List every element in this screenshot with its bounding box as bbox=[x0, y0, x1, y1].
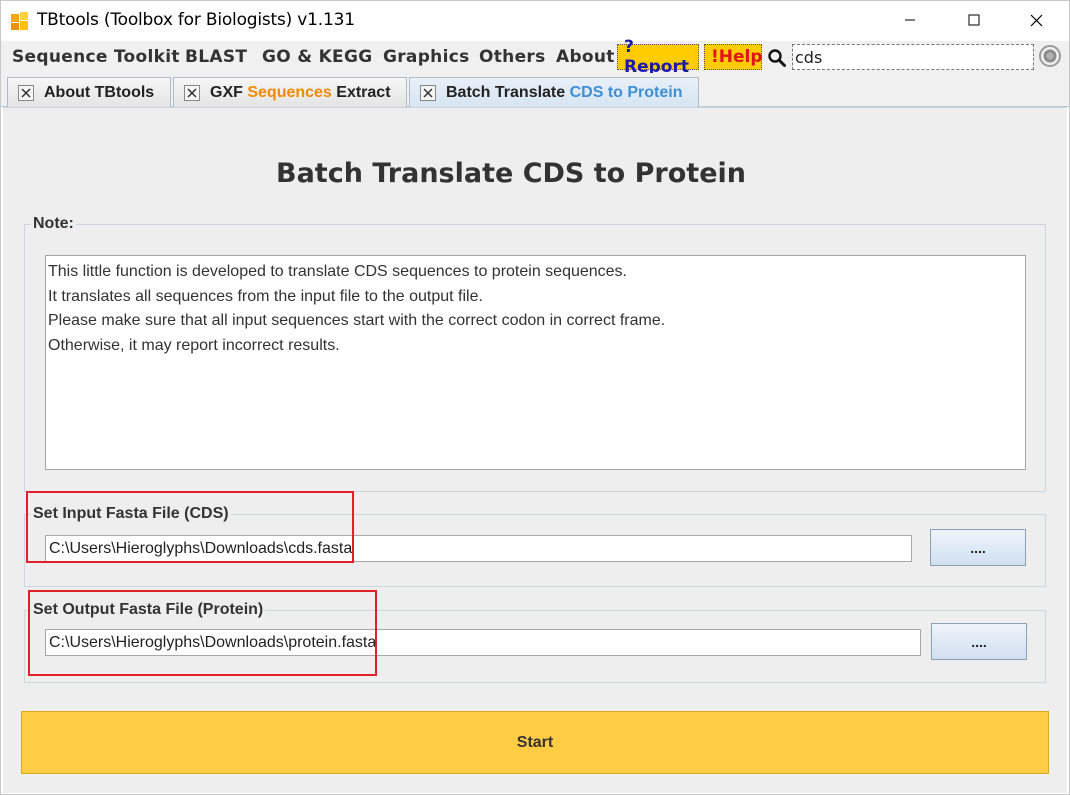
tab-gxf-sequences-extract[interactable]: GXF Sequences Extract bbox=[173, 77, 407, 107]
loading-spinner-icon bbox=[1039, 45, 1061, 67]
page-title: Batch Translate CDS to Protein bbox=[276, 158, 746, 189]
menu-sequence-toolkit[interactable]: Sequence Toolkit bbox=[12, 47, 180, 67]
close-icon bbox=[1030, 14, 1042, 26]
tab-label: GXF Sequences Extract bbox=[210, 83, 391, 101]
menu-go-kegg[interactable]: GO & KEGG bbox=[262, 47, 372, 67]
note-line: Otherwise, it may report incorrect resul… bbox=[48, 336, 340, 354]
help-button[interactable]: !Help bbox=[704, 44, 763, 70]
tab-strip: About TBtools GXF Sequences Extract Batc… bbox=[1, 73, 1069, 108]
tab-close-icon[interactable] bbox=[18, 84, 34, 101]
search-icon[interactable] bbox=[767, 48, 787, 68]
note-group: Note: This little function is developed … bbox=[24, 215, 1046, 492]
menu-others[interactable]: Others bbox=[479, 47, 546, 67]
menu-blast[interactable]: BLAST bbox=[185, 47, 247, 67]
maximize-button[interactable] bbox=[951, 1, 997, 39]
start-button[interactable]: Start bbox=[21, 711, 1049, 774]
minimize-button[interactable] bbox=[887, 1, 933, 39]
tab-close-icon[interactable] bbox=[420, 85, 436, 101]
tab-about-tbtools[interactable]: About TBtools bbox=[7, 77, 171, 107]
batch-translate-panel: Batch Translate CDS to Protein Note: Thi… bbox=[3, 107, 1067, 793]
note-line: Please make sure that all input sequence… bbox=[48, 312, 666, 329]
app-window: TBtools (Toolbox for Biologists) v1.131 … bbox=[0, 0, 1070, 795]
output-highlight-box bbox=[28, 590, 377, 676]
minimize-icon bbox=[905, 19, 915, 21]
close-button[interactable] bbox=[1013, 1, 1059, 39]
maximize-icon bbox=[968, 14, 980, 26]
report-button[interactable]: ?Report bbox=[617, 37, 699, 77]
tbtools-logo-icon bbox=[11, 12, 28, 30]
search-input[interactable] bbox=[792, 44, 1034, 70]
note-line: This little function is developed to tra… bbox=[48, 263, 627, 280]
tab-close-icon[interactable] bbox=[184, 84, 200, 101]
input-highlight-box bbox=[26, 491, 354, 563]
title-bar: TBtools (Toolbox for Biologists) v1.131 bbox=[1, 1, 1069, 39]
tab-label: About TBtools bbox=[44, 83, 155, 101]
window-title: TBtools (Toolbox for Biologists) v1.131 bbox=[37, 10, 355, 30]
tab-batch-translate[interactable]: Batch Translate CDS to Protein bbox=[409, 77, 699, 108]
tab-label: Batch Translate CDS to Protein bbox=[446, 84, 683, 101]
note-text-area[interactable]: This little function is developed to tra… bbox=[45, 255, 1026, 470]
browse-input-button[interactable]: .... bbox=[930, 529, 1026, 566]
note-title: Note: bbox=[31, 215, 76, 233]
menu-graphics[interactable]: Graphics bbox=[383, 47, 470, 67]
browse-output-button[interactable]: .... bbox=[931, 623, 1027, 660]
menu-about[interactable]: About bbox=[556, 47, 615, 67]
note-line: It translates all sequences from the inp… bbox=[48, 287, 483, 305]
